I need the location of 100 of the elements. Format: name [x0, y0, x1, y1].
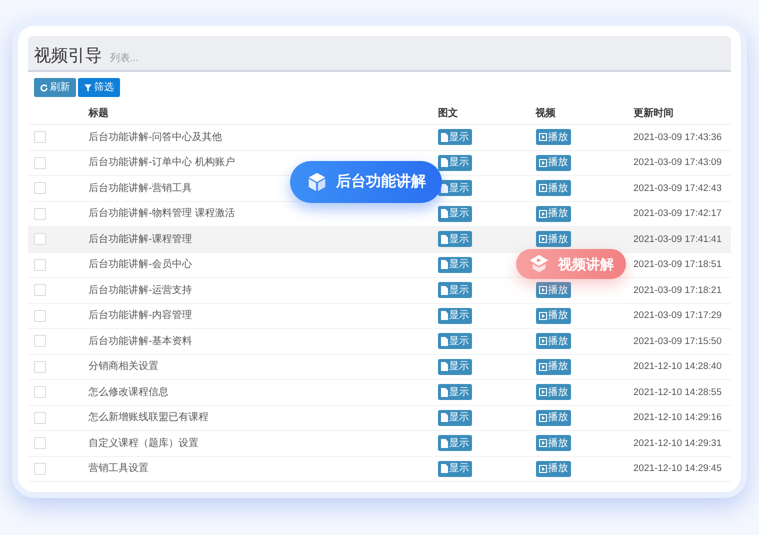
play-icon — [538, 362, 547, 371]
table-row[interactable]: 怎么新增账线联盟已有课程 显示 播放 2021-12-10 14:29:16 — [28, 406, 731, 431]
checkbox[interactable] — [34, 335, 46, 348]
table-cell: 2021-03-09 17:18:51 — [633, 259, 722, 270]
document-icon — [441, 388, 448, 397]
table-cell: 2021-03-09 17:15:50 — [633, 336, 722, 347]
document-icon — [441, 260, 448, 270]
table-row[interactable]: 后台功能讲解-物料管理 课程激活 显示 播放 2021-03-09 17:42:17 — [28, 202, 731, 227]
play-icon — [538, 286, 547, 294]
checkbox[interactable] — [34, 131, 46, 144]
checkbox[interactable] — [34, 156, 46, 169]
table-cell: 2021-12-10 14:28:55 — [633, 386, 722, 398]
table-cell: 后台功能讲解-课程管理 — [88, 234, 192, 245]
play-icon — [538, 337, 547, 346]
show-button[interactable]: 显示 — [438, 358, 472, 375]
show-button[interactable]: 显示 — [438, 460, 472, 477]
table-cell: 2021-03-09 17:43:09 — [633, 157, 722, 168]
table-cell: 怎么新增账线联盟已有课程 — [88, 412, 209, 424]
play-button[interactable]: 播放 — [536, 410, 571, 426]
table-cell: 2021-03-09 17:17:29 — [633, 310, 722, 322]
play-button[interactable]: 播放 — [536, 308, 571, 324]
column-header: 更新时间 — [633, 108, 674, 119]
play-icon — [538, 210, 547, 218]
checkbox[interactable] — [34, 233, 46, 246]
play-button[interactable]: 播放 — [536, 282, 571, 298]
checkbox[interactable] — [34, 412, 46, 424]
checkbox[interactable] — [34, 360, 46, 373]
play-button[interactable]: 播放 — [536, 435, 571, 452]
play-icon — [538, 184, 547, 192]
column-header: 图文 — [438, 108, 458, 119]
document-icon — [441, 464, 448, 474]
play-button[interactable]: 播放 — [536, 460, 571, 477]
document-icon — [441, 286, 448, 295]
table-row[interactable]: 分销商相关设置 显示 播放 2021-12-10 14:28:40 — [28, 354, 731, 380]
feature-badge: 后台功能讲解 — [290, 161, 442, 203]
table-cell: 2021-12-10 14:29:45 — [633, 463, 722, 474]
checkbox[interactable] — [34, 284, 46, 296]
checkbox[interactable] — [34, 462, 46, 475]
checkbox[interactable] — [34, 258, 46, 271]
show-button[interactable]: 显示 — [438, 129, 472, 146]
filter-icon — [84, 84, 92, 92]
play-button[interactable]: 播放 — [536, 384, 571, 400]
show-button[interactable]: 显示 — [438, 384, 472, 400]
table-cell: 2021-12-10 14:29:31 — [633, 438, 722, 449]
play-button[interactable]: 播放 — [536, 129, 571, 146]
play-button[interactable]: 播放 — [536, 358, 571, 375]
document-icon — [441, 413, 448, 422]
play-icon — [538, 464, 547, 473]
show-button[interactable]: 显示 — [438, 282, 472, 298]
document-icon — [441, 209, 448, 218]
table-cell: 分销商相关设置 — [88, 361, 159, 372]
show-button[interactable]: 显示 — [438, 435, 472, 452]
play-button[interactable]: 播放 — [536, 154, 571, 171]
play-button[interactable]: 播放 — [536, 231, 571, 248]
table-cell: 后台功能讲解-基本资料 — [88, 336, 192, 347]
page-title: 视频引导 — [34, 47, 102, 64]
table-cell: 后台功能讲解-营销工具 — [88, 182, 192, 194]
play-icon — [538, 439, 547, 448]
video-badge: 视频讲解 — [516, 249, 626, 279]
checkbox[interactable] — [34, 386, 46, 398]
show-button[interactable]: 显示 — [438, 154, 472, 171]
play-icon — [538, 312, 547, 320]
show-button[interactable]: 显示 — [438, 308, 472, 324]
table-cell: 2021-03-09 17:42:17 — [633, 208, 722, 220]
page-subtitle: 列表... — [110, 54, 138, 64]
checkbox[interactable] — [34, 310, 46, 322]
document-icon — [441, 132, 448, 142]
table-cell: 后台功能讲解-运营支持 — [88, 284, 192, 296]
checkbox[interactable] — [34, 208, 46, 220]
table-cell: 2021-12-10 14:29:16 — [633, 412, 722, 424]
checkbox[interactable] — [34, 437, 46, 450]
play-button[interactable]: 播放 — [536, 333, 571, 350]
table-cell: 后台功能讲解-订单中心 机构账户 — [88, 157, 235, 168]
table-row[interactable]: 后台功能讲解-课程管理 显示 播放 2021-03-09 17:41:41 — [28, 227, 731, 252]
document-icon — [441, 362, 448, 372]
show-button[interactable]: 显示 — [438, 231, 472, 248]
show-button[interactable]: 显示 — [438, 206, 472, 222]
table-cell: 2021-12-10 14:28:40 — [633, 361, 722, 372]
show-button[interactable]: 显示 — [438, 256, 472, 273]
document-icon — [441, 234, 448, 244]
play-button[interactable]: 播放 — [536, 180, 571, 196]
show-button[interactable]: 显示 — [438, 333, 472, 350]
document-icon — [441, 438, 448, 448]
table-row[interactable]: 后台功能讲解-内容管理 显示 播放 2021-03-09 17:17:29 — [28, 304, 731, 329]
table-cell: 2021-03-09 17:42:43 — [633, 182, 722, 194]
table-cell: 2021-03-09 17:41:41 — [633, 234, 722, 245]
play-icon — [538, 414, 547, 422]
play-button[interactable]: 播放 — [536, 206, 571, 222]
table-cell: 怎么修改课程信息 — [88, 386, 169, 398]
checkbox[interactable] — [34, 182, 46, 194]
refresh-button[interactable]: 刷新 — [34, 78, 76, 97]
graduation-play-icon — [528, 253, 550, 275]
play-icon — [538, 388, 547, 396]
show-button[interactable]: 显示 — [438, 180, 472, 196]
table-row[interactable]: 营销工具设置 显示 播放 2021-12-10 14:29:45 — [28, 456, 731, 482]
play-icon — [538, 235, 547, 244]
column-header: 视频 — [536, 108, 556, 119]
document-icon — [441, 311, 448, 320]
filter-button[interactable]: 筛选 — [78, 78, 120, 97]
show-button[interactable]: 显示 — [438, 410, 472, 426]
